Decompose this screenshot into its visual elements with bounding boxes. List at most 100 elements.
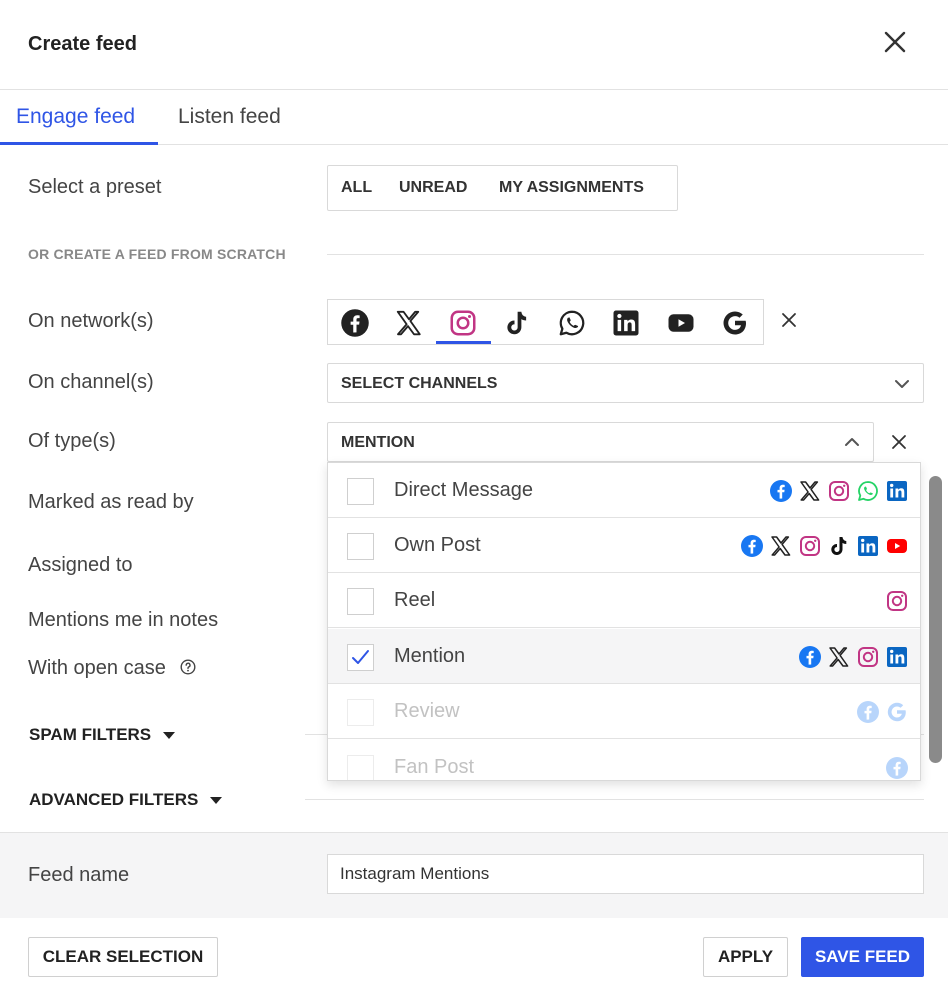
type-option-label: Reel: [394, 589, 436, 611]
linkedin-icon: [856, 534, 880, 558]
clear-types-icon[interactable]: [890, 433, 908, 451]
type-option-fan-post: Fan Post: [328, 740, 921, 780]
clear-selection-button[interactable]: CLEAR SELECTION: [28, 937, 218, 977]
feed-type-tabs: Engage feed Listen feed: [0, 91, 948, 145]
type-option-review: Review: [328, 684, 920, 739]
clear-networks-icon[interactable]: [780, 311, 798, 329]
spam-filters-toggle[interactable]: SPAM FILTERS: [29, 725, 176, 745]
channels-select-value: SELECT CHANNELS: [341, 375, 498, 392]
preset-all-button[interactable]: ALL: [341, 179, 372, 197]
instagram-icon: [827, 479, 851, 503]
save-feed-button[interactable]: SAVE FEED: [801, 937, 924, 977]
x-icon: [769, 534, 793, 558]
feed-name-section: Feed name: [0, 832, 948, 918]
types-label: Of type(s): [28, 430, 116, 452]
linkedin-icon: [885, 479, 909, 503]
assigned-label: Assigned to: [28, 554, 133, 576]
networks-label: On network(s): [28, 310, 154, 332]
spam-filters-label: SPAM FILTERS: [29, 725, 152, 744]
caret-down-icon: [210, 797, 223, 805]
mentions-notes-label: Mentions me in notes: [28, 609, 219, 631]
dropdown-scrollbar-thumb[interactable]: [929, 476, 942, 763]
whatsapp-icon[interactable]: [557, 308, 587, 338]
types-select[interactable]: MENTION: [327, 422, 874, 462]
section-heading-scratch: OR CREATE A FEED FROM SCRATCH: [28, 246, 286, 262]
type-option-mention[interactable]: Mention: [328, 629, 920, 684]
dialog-title: Create feed: [28, 33, 137, 55]
facebook-icon: [769, 479, 793, 503]
divider: [305, 799, 924, 800]
preset-button-group: ALL UNREAD MY ASSIGNMENTS: [327, 165, 678, 211]
preset-unread-button[interactable]: UNREAD: [399, 179, 467, 197]
type-option-label: Mention: [394, 645, 466, 667]
advanced-filters-label: ADVANCED FILTERS: [29, 790, 199, 809]
dialog-header: Create feed: [0, 0, 948, 90]
checkbox: [347, 755, 374, 780]
open-case-label-text: With open case: [28, 657, 166, 679]
facebook-icon: [885, 756, 909, 780]
checkbox: [347, 699, 374, 726]
types-dropdown: Direct Message Own Post Reel Mention Rev…: [327, 462, 921, 781]
type-option-own-post[interactable]: Own Post: [328, 518, 920, 573]
network-icons: [798, 645, 909, 669]
network-icons: [769, 479, 909, 503]
tab-listen-feed[interactable]: Listen feed: [178, 105, 281, 129]
apply-button[interactable]: APPLY: [703, 937, 788, 977]
linkedin-icon[interactable]: [611, 308, 641, 338]
type-option-label: Direct Message: [394, 479, 533, 501]
checkbox[interactable]: [347, 588, 374, 615]
whatsapp-icon: [856, 479, 880, 503]
types-select-value: MENTION: [341, 434, 415, 451]
type-option-label: Fan Post: [394, 756, 475, 778]
checkbox[interactable]: [347, 533, 374, 560]
caret-down-icon: [163, 732, 176, 740]
preset-my-assignments-button[interactable]: MY ASSIGNMENTS: [499, 179, 644, 197]
network-icons: [885, 756, 909, 780]
youtube-icon[interactable]: [666, 308, 696, 338]
instagram-icon[interactable]: [448, 308, 478, 338]
google-icon: [885, 700, 909, 724]
instagram-icon: [856, 645, 880, 669]
x-icon[interactable]: [394, 308, 424, 338]
checkbox[interactable]: [347, 478, 374, 505]
tab-engage-feed[interactable]: Engage feed: [16, 105, 135, 129]
feed-name-input[interactable]: [327, 854, 924, 894]
feed-name-label: Feed name: [28, 864, 130, 886]
type-option-label: Review: [394, 700, 460, 722]
network-icons: [885, 589, 909, 613]
google-icon[interactable]: [720, 308, 750, 338]
check-icon: [352, 650, 369, 664]
active-tab-indicator: [0, 142, 158, 145]
tiktok-icon: [827, 534, 851, 558]
linkedin-icon: [885, 645, 909, 669]
advanced-filters-toggle[interactable]: ADVANCED FILTERS: [29, 790, 223, 810]
type-option-direct-message[interactable]: Direct Message: [328, 463, 920, 518]
instagram-icon: [885, 589, 909, 613]
tiktok-icon[interactable]: [502, 308, 532, 338]
x-icon: [798, 479, 822, 503]
checkbox-checked[interactable]: [347, 644, 374, 671]
channels-label: On channel(s): [28, 371, 154, 393]
channels-select[interactable]: SELECT CHANNELS: [327, 363, 924, 403]
facebook-icon: [798, 645, 822, 669]
chevron-down-icon: [895, 380, 909, 388]
youtube-icon: [885, 534, 909, 558]
x-icon: [827, 645, 851, 669]
facebook-icon: [740, 534, 764, 558]
network-selector: [327, 299, 764, 345]
marked-read-label: Marked as read by: [28, 491, 194, 513]
facebook-icon[interactable]: [340, 308, 370, 338]
type-option-reel[interactable]: Reel: [328, 573, 920, 628]
open-case-label: With open case: [28, 657, 196, 680]
divider: [327, 254, 924, 255]
network-icons: [856, 700, 909, 724]
facebook-icon: [856, 700, 880, 724]
selected-network-indicator: [436, 341, 491, 344]
instagram-icon: [798, 534, 822, 558]
help-icon[interactable]: [180, 659, 196, 675]
close-icon[interactable]: [880, 27, 910, 57]
type-option-label: Own Post: [394, 534, 481, 556]
chevron-up-icon: [845, 438, 859, 446]
preset-label: Select a preset: [28, 176, 162, 198]
network-icons: [740, 534, 909, 558]
